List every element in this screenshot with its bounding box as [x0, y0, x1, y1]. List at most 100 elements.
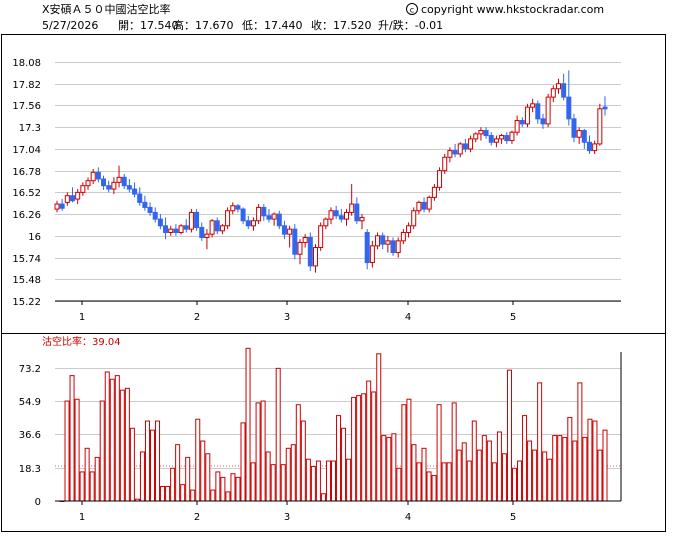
candle-up: [473, 132, 479, 143]
short-ratio-bar: [527, 440, 533, 502]
candle-body: [276, 213, 282, 227]
candle-body: [178, 225, 184, 233]
price-y-tick-label: 15.74: [12, 254, 41, 265]
quote-date: 5/27/2026: [42, 19, 98, 32]
short-ratio-bar: [99, 400, 105, 502]
candle-body: [194, 211, 200, 228]
short-ratio-bar: [89, 471, 95, 502]
candle-up: [54, 200, 60, 213]
candle-down: [101, 175, 107, 190]
candle-down: [338, 209, 344, 223]
candle-body: [261, 206, 267, 217]
candle-up: [385, 235, 391, 253]
short-ratio-y-tick-label: 54.9: [19, 397, 41, 408]
high-value: 17.670: [195, 19, 234, 32]
short-ratio-bar: [280, 464, 286, 502]
short-ratio-x-tick-label: 3: [284, 512, 290, 523]
candle-down: [581, 128, 587, 149]
candle-body: [199, 226, 205, 238]
candle-up: [219, 224, 225, 235]
short-ratio-bar: [180, 484, 186, 502]
candle-down: [137, 187, 143, 206]
candle-body: [168, 228, 174, 233]
change-value: -0.01: [415, 19, 443, 32]
candle-body: [457, 143, 463, 155]
short-ratio-x-tick-label: 4: [405, 512, 411, 523]
short-ratio-bar: [542, 451, 548, 502]
short-ratio-bar: [325, 460, 331, 502]
candle-up: [80, 182, 86, 196]
candle-down: [70, 187, 76, 203]
price-x-tick-label: 2: [194, 312, 200, 323]
candle-body: [369, 245, 375, 264]
candle-body: [571, 118, 577, 138]
short-ratio-bar: [285, 447, 291, 502]
candle-body: [602, 106, 608, 110]
candle-body: [437, 170, 443, 188]
candle-body: [307, 236, 313, 267]
short-ratio-bar: [582, 436, 588, 502]
candle-down: [194, 209, 200, 231]
candle-down: [421, 197, 427, 213]
short-ratio-bar: [240, 422, 246, 502]
candle-down: [266, 209, 272, 223]
candle-down: [519, 117, 525, 128]
candle-body: [245, 220, 251, 227]
short-ratio-bar: [426, 471, 432, 502]
candle-up: [369, 240, 375, 268]
candle-down: [245, 215, 251, 230]
short-ratio-bar: [255, 402, 261, 502]
candle-body: [375, 235, 381, 247]
candle-body: [550, 88, 556, 98]
candle-body: [338, 215, 344, 220]
short-ratio-caption: 沽空比率：39.04: [42, 335, 121, 348]
candle-down: [488, 132, 494, 146]
candle-up: [178, 224, 184, 235]
candle-body: [302, 236, 308, 244]
candle-body: [390, 240, 396, 254]
candle-down: [462, 138, 468, 153]
high-label: 高：: [173, 18, 195, 32]
candle-body: [406, 225, 412, 233]
candle-body: [250, 220, 256, 227]
short-ratio-bar: [270, 464, 276, 502]
candle-body: [561, 83, 567, 98]
short-ratio-bar: [341, 427, 347, 502]
candle-body: [586, 141, 592, 152]
change-label: 升/跌：: [378, 18, 415, 32]
candle-body: [359, 216, 365, 222]
short-ratio-bar: [421, 447, 427, 502]
candle-up: [209, 219, 215, 238]
close-label: 收：: [311, 18, 333, 32]
short-ratio-bar: [547, 458, 553, 502]
short-ratio-bar: [160, 485, 166, 502]
candle-up: [168, 225, 174, 236]
short-ratio-bar: [481, 435, 487, 502]
candle-body: [54, 203, 60, 210]
short-ratio-bar: [235, 476, 241, 502]
candle-up: [75, 189, 81, 205]
short-ratio-bar: [401, 404, 407, 502]
candle-down: [152, 207, 158, 223]
short-ratio-bar: [346, 458, 352, 502]
candle-down: [561, 73, 567, 101]
short-ratio-bar: [562, 436, 568, 502]
candle-body: [493, 138, 499, 143]
candle-down: [535, 100, 541, 124]
short-ratio-bar: [517, 460, 523, 502]
candle-down: [261, 204, 267, 221]
candle-down: [452, 143, 458, 158]
candle-body: [204, 233, 210, 238]
candle-up: [499, 133, 505, 144]
candle-up: [592, 140, 598, 154]
candle-up: [323, 217, 329, 230]
short-ratio-bar: [552, 435, 558, 502]
candle-body: [137, 193, 143, 203]
short-ratio-bar: [361, 393, 367, 502]
short-ratio-bar: [602, 429, 608, 502]
candle-body: [364, 231, 370, 264]
short-ratio-bar: [175, 444, 181, 502]
candle-up: [597, 103, 603, 146]
candle-down: [292, 224, 298, 260]
candle-up: [395, 237, 401, 258]
